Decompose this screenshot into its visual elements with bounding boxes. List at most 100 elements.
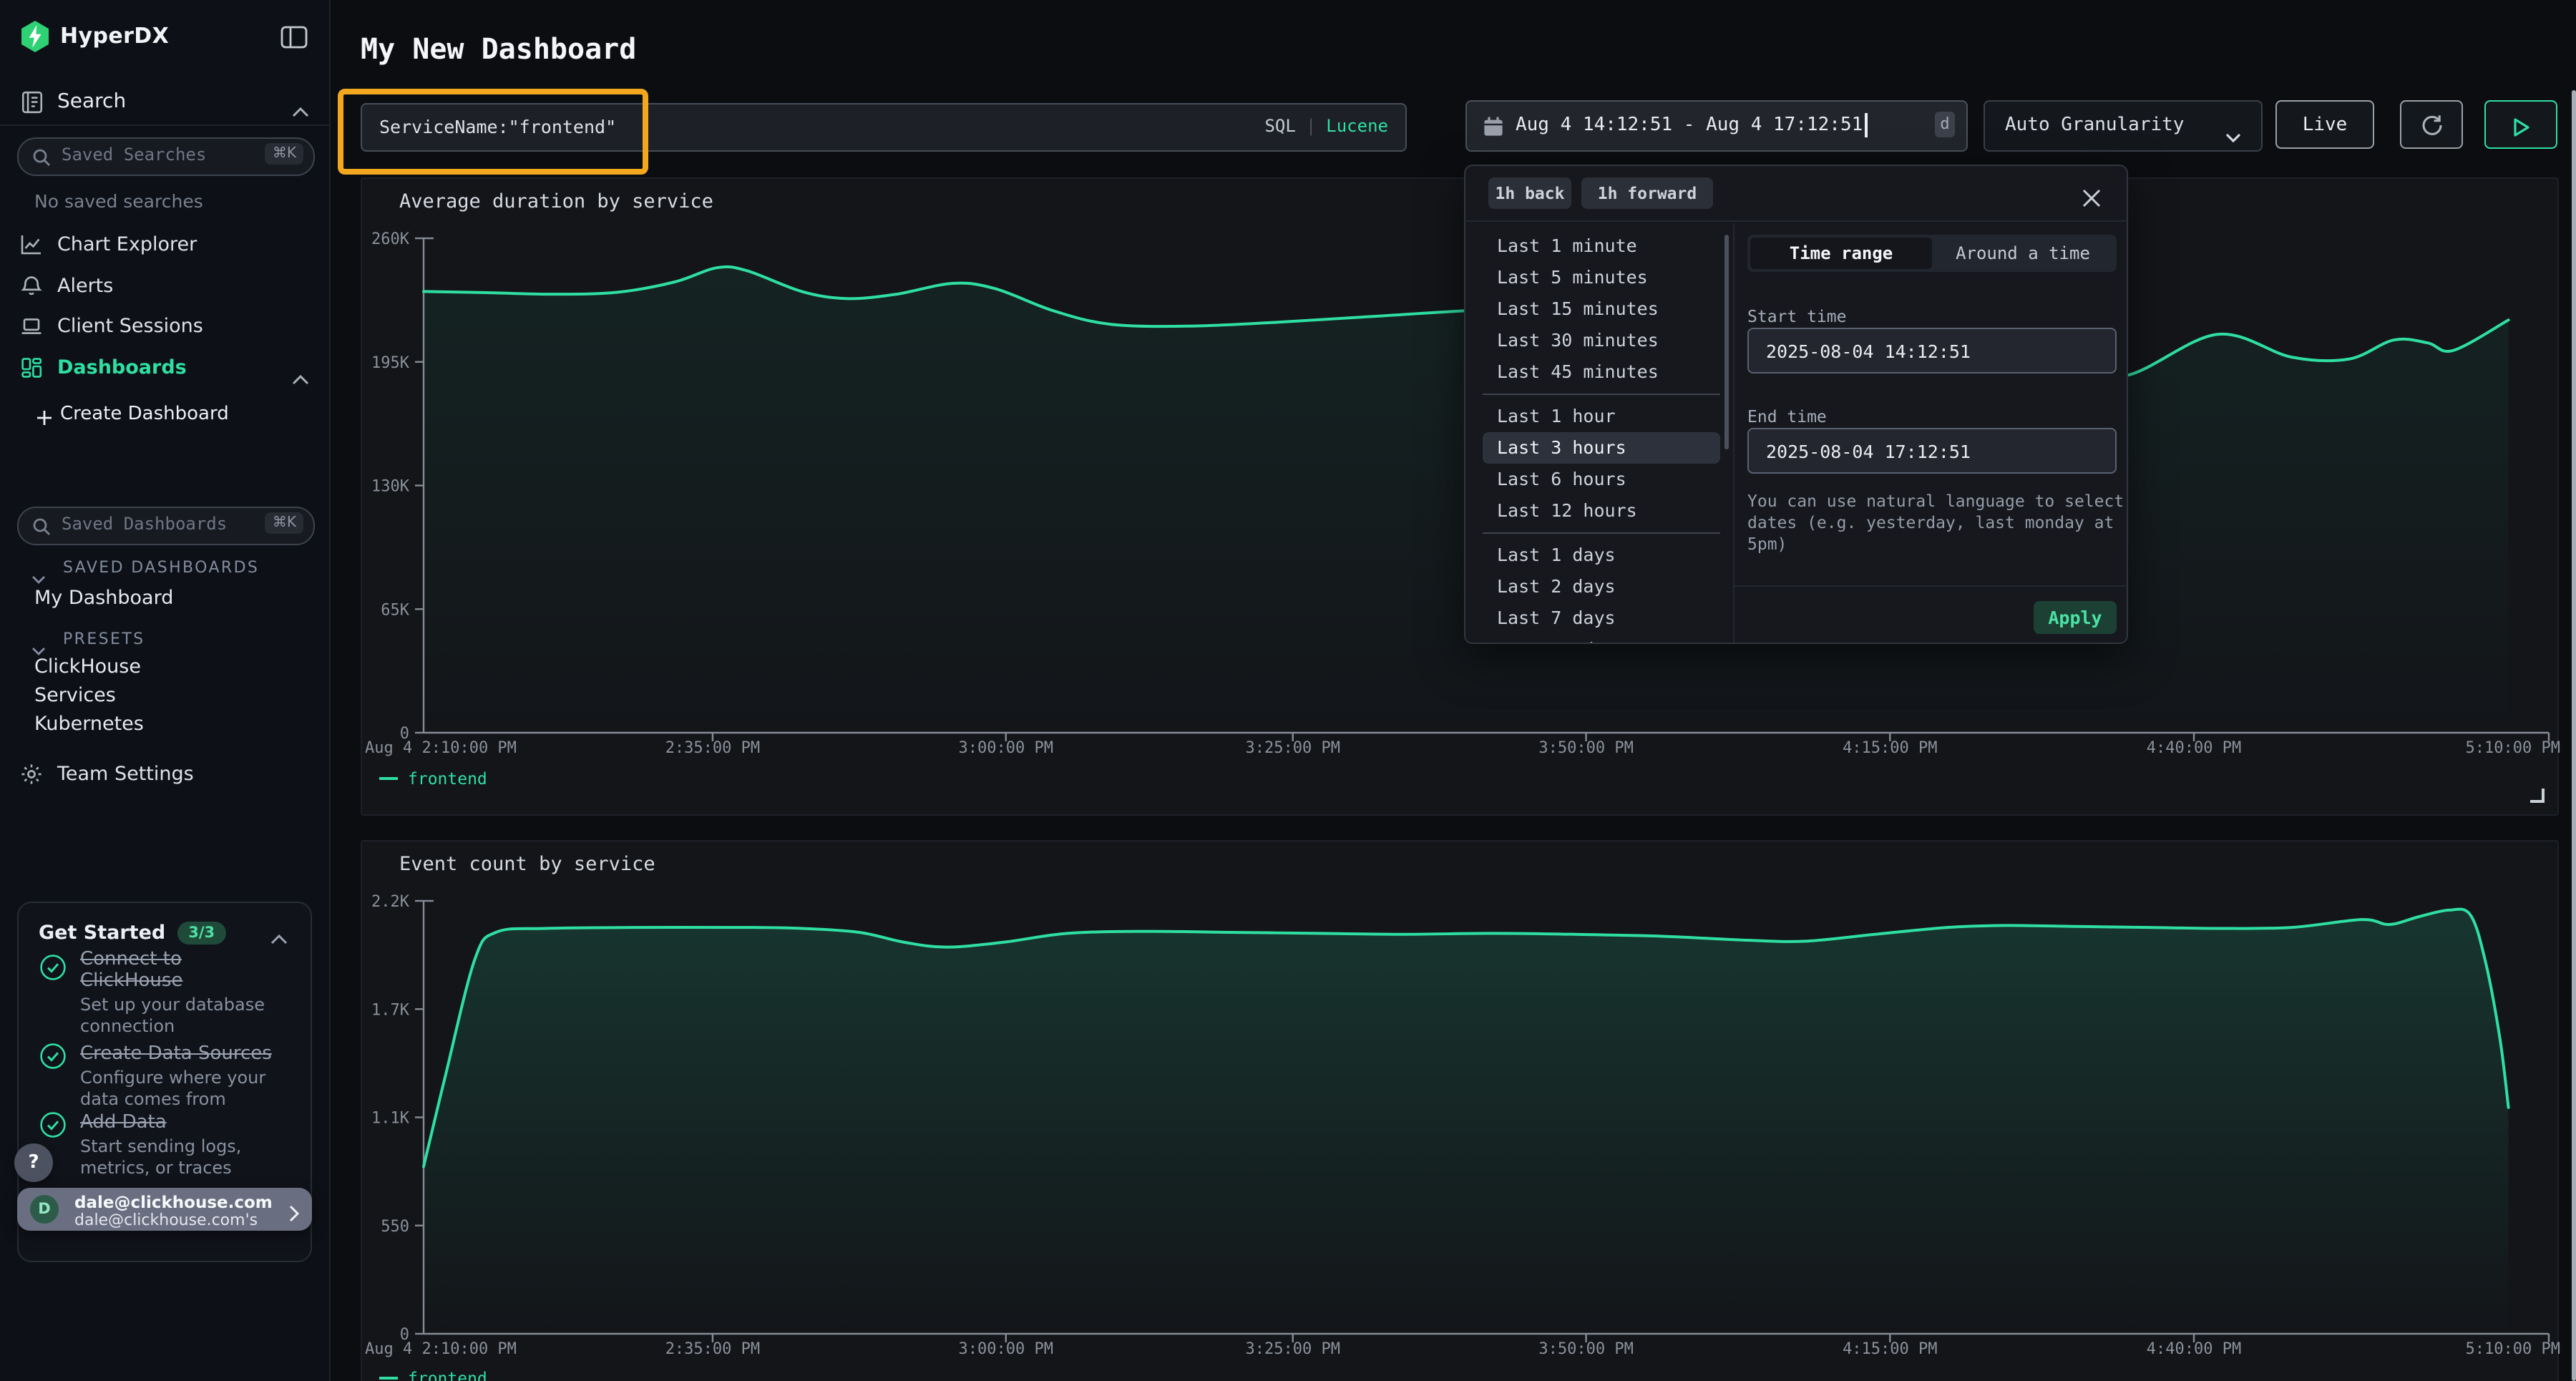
task-subtitle: Set up your database connection — [80, 995, 295, 1038]
preset-link-services[interactable]: Services — [34, 684, 306, 713]
tab-around-a-time[interactable]: Around a time — [1932, 238, 2114, 269]
chevron-up-icon[interactable] — [292, 96, 309, 123]
group-saved-dashboards[interactable]: SAVED DASHBOARDS — [0, 555, 329, 581]
get-started-item[interactable]: Connect to ClickHouse Set up your databa… — [39, 949, 302, 1038]
panel-resize-handle[interactable] — [2530, 789, 2545, 803]
shift-forward-button[interactable]: 1h forward — [1581, 177, 1713, 209]
end-time-input[interactable] — [1747, 428, 2117, 474]
saved-searches-input[interactable]: Saved Searches ⌘K — [17, 137, 315, 176]
sidebar-item-label: Dashboards — [57, 356, 187, 379]
time-range-option[interactable]: Last 14 days — [1483, 634, 1720, 644]
saved-dashboards-input[interactable]: Saved Dashboards ⌘K — [17, 507, 315, 545]
keyboard-hint-badge: d — [1935, 112, 1955, 137]
check-circle-icon — [39, 953, 67, 1038]
viewport: HyperDX Search Saved Searches ⌘K No save… — [0, 0, 2576, 1381]
sql-toggle[interactable]: SQL — [1264, 116, 1295, 136]
chevron-up-icon[interactable] — [270, 923, 288, 950]
gear-icon — [20, 763, 43, 791]
group-title-label: SAVED DASHBOARDS — [63, 558, 259, 577]
user-menu[interactable]: D dale@clickhouse.com dale@clickhouse.co… — [17, 1188, 312, 1231]
time-range-option[interactable]: Last 1 hour — [1483, 401, 1720, 432]
preset-link-kubernetes[interactable]: Kubernetes — [34, 713, 306, 741]
live-button-label: Live — [2277, 114, 2373, 136]
sidebar-section-search[interactable]: Search — [0, 86, 329, 126]
sidebar-item-team-settings[interactable]: Team Settings — [0, 758, 329, 796]
get-started-item[interactable]: Create Data Sources Configure where your… — [39, 1038, 302, 1111]
time-range-value: Aug 4 14:12:51 - Aug 4 17:12:51 — [1516, 114, 1863, 136]
avatar: D — [30, 1195, 59, 1224]
run-query-button[interactable] — [2484, 100, 2557, 149]
task-subtitle: Configure where your data comes from — [80, 1068, 295, 1111]
sidebar-item-client-sessions[interactable]: Client Sessions — [0, 311, 329, 348]
page-title: My New Dashboard — [361, 31, 636, 66]
picker-tabs: Time range Around a time — [1747, 235, 2117, 272]
dashboard-link-my-dashboard[interactable]: My Dashboard — [34, 587, 306, 615]
svg-text:65K: 65K — [381, 601, 409, 619]
divider — [1483, 532, 1720, 534]
svg-text:260K: 260K — [371, 230, 410, 248]
legend-label: frontend — [408, 768, 487, 789]
chart-canvas[interactable]: 05501.1K1.7K2.2KAug 4 2:10:00 PM2:35:00 … — [362, 841, 2560, 1381]
svg-text:3:00:00 PM: 3:00:00 PM — [959, 739, 1053, 757]
sidebar-item-label: Alerts — [57, 275, 113, 298]
time-range-option[interactable]: Last 12 hours — [1483, 495, 1720, 527]
shift-back-button[interactable]: 1h back — [1488, 177, 1571, 209]
close-icon[interactable] — [2082, 186, 2101, 213]
time-range-option[interactable]: Last 15 minutes — [1483, 293, 1720, 325]
time-range-list: Last 1 minuteLast 5 minutesLast 15 minut… — [1483, 230, 1720, 644]
time-range-option[interactable]: Last 1 minute — [1483, 230, 1720, 262]
svg-text:4:15:00 PM: 4:15:00 PM — [1843, 1340, 1937, 1358]
get-started-progress-badge: 3/3 — [177, 922, 226, 945]
app-window: HyperDX Search Saved Searches ⌘K No save… — [0, 0, 2576, 1381]
sidebar-item-chart-explorer[interactable]: Chart Explorer — [0, 229, 329, 266]
time-range-option[interactable]: Last 7 days — [1483, 602, 1720, 634]
divider — [1465, 220, 2128, 222]
shortcut-badge: ⌘K — [265, 143, 303, 165]
query-input[interactable] — [362, 104, 1238, 147]
collapse-sidebar-icon[interactable] — [280, 26, 308, 54]
sidebar-item-alerts[interactable]: Alerts — [0, 270, 329, 308]
natural-language-hint: You can use natural language to select d… — [1747, 491, 2128, 555]
time-range-option[interactable]: Last 3 hours — [1483, 432, 1720, 464]
tab-time-range[interactable]: Time range — [1750, 238, 1932, 269]
task-title: Add Data — [80, 1112, 167, 1133]
start-time-label: Start time — [1747, 306, 1847, 326]
svg-text:4:40:00 PM: 4:40:00 PM — [2147, 739, 2241, 757]
page-scrollbar[interactable] — [2572, 90, 2575, 1381]
get-started-header[interactable]: Get Started3/3 — [39, 917, 291, 946]
apply-button[interactable]: Apply — [2034, 601, 2117, 634]
chart-canvas[interactable]: 065K130K195K260KAug 4 2:10:00 PM2:35:00 … — [362, 179, 2560, 817]
time-range-option[interactable]: Last 2 days — [1483, 571, 1720, 602]
sidebar-item-dashboards[interactable]: Dashboards — [0, 352, 329, 389]
sidebar-item-label: Client Sessions — [57, 315, 203, 338]
granularity-value: Auto Granularity — [2005, 114, 2184, 136]
start-time-input[interactable] — [1747, 328, 2117, 374]
time-range-option[interactable]: Last 45 minutes — [1483, 356, 1720, 388]
get-started-item[interactable]: Add Data Start sending logs, metrics, or… — [39, 1106, 302, 1179]
lucene-toggle[interactable]: Lucene — [1326, 116, 1388, 136]
time-range-option[interactable]: Last 5 minutes — [1483, 262, 1720, 293]
help-button[interactable]: ? — [14, 1143, 53, 1182]
svg-text:5:10:00 PM: 5:10:00 PM — [2466, 1340, 2560, 1358]
live-button[interactable]: Live — [2275, 100, 2374, 149]
svg-text:3:50:00 PM: 3:50:00 PM — [1538, 1340, 1633, 1358]
refresh-button[interactable] — [2400, 100, 2463, 149]
preset-link-clickhouse[interactable]: ClickHouse — [34, 655, 306, 684]
hint-line: dates (e.g. yesterday, last monday at — [1747, 512, 2128, 534]
granularity-select[interactable]: Auto Granularity — [1984, 100, 2263, 152]
search-section-icon — [20, 90, 44, 120]
scrollbar-thumb[interactable] — [1724, 235, 1729, 449]
time-range-option[interactable]: Last 30 minutes — [1483, 325, 1720, 356]
create-dashboard-button[interactable]: Create Dashboard — [0, 401, 329, 432]
search-section-label: Search — [57, 90, 126, 113]
time-range-option[interactable]: Last 1 days — [1483, 540, 1720, 571]
chart-panel-event-count: Event count by service 05501.1K1.7K2.2KA… — [361, 840, 2559, 1381]
main-content: My New Dashboard SQL|Lucene Aug 4 14:12:… — [329, 0, 2576, 1381]
time-range-input[interactable]: Aug 4 14:12:51 - Aug 4 17:12:51 d — [1465, 100, 1968, 152]
group-presets[interactable]: PRESETS — [0, 627, 329, 653]
time-range-option[interactable]: Last 6 hours — [1483, 464, 1720, 495]
chevron-up-icon[interactable] — [292, 363, 309, 391]
legend-label: frontend — [408, 1368, 487, 1381]
shortcut-badge: ⌘K — [265, 512, 303, 534]
sidebar-item-label: Chart Explorer — [57, 233, 197, 256]
